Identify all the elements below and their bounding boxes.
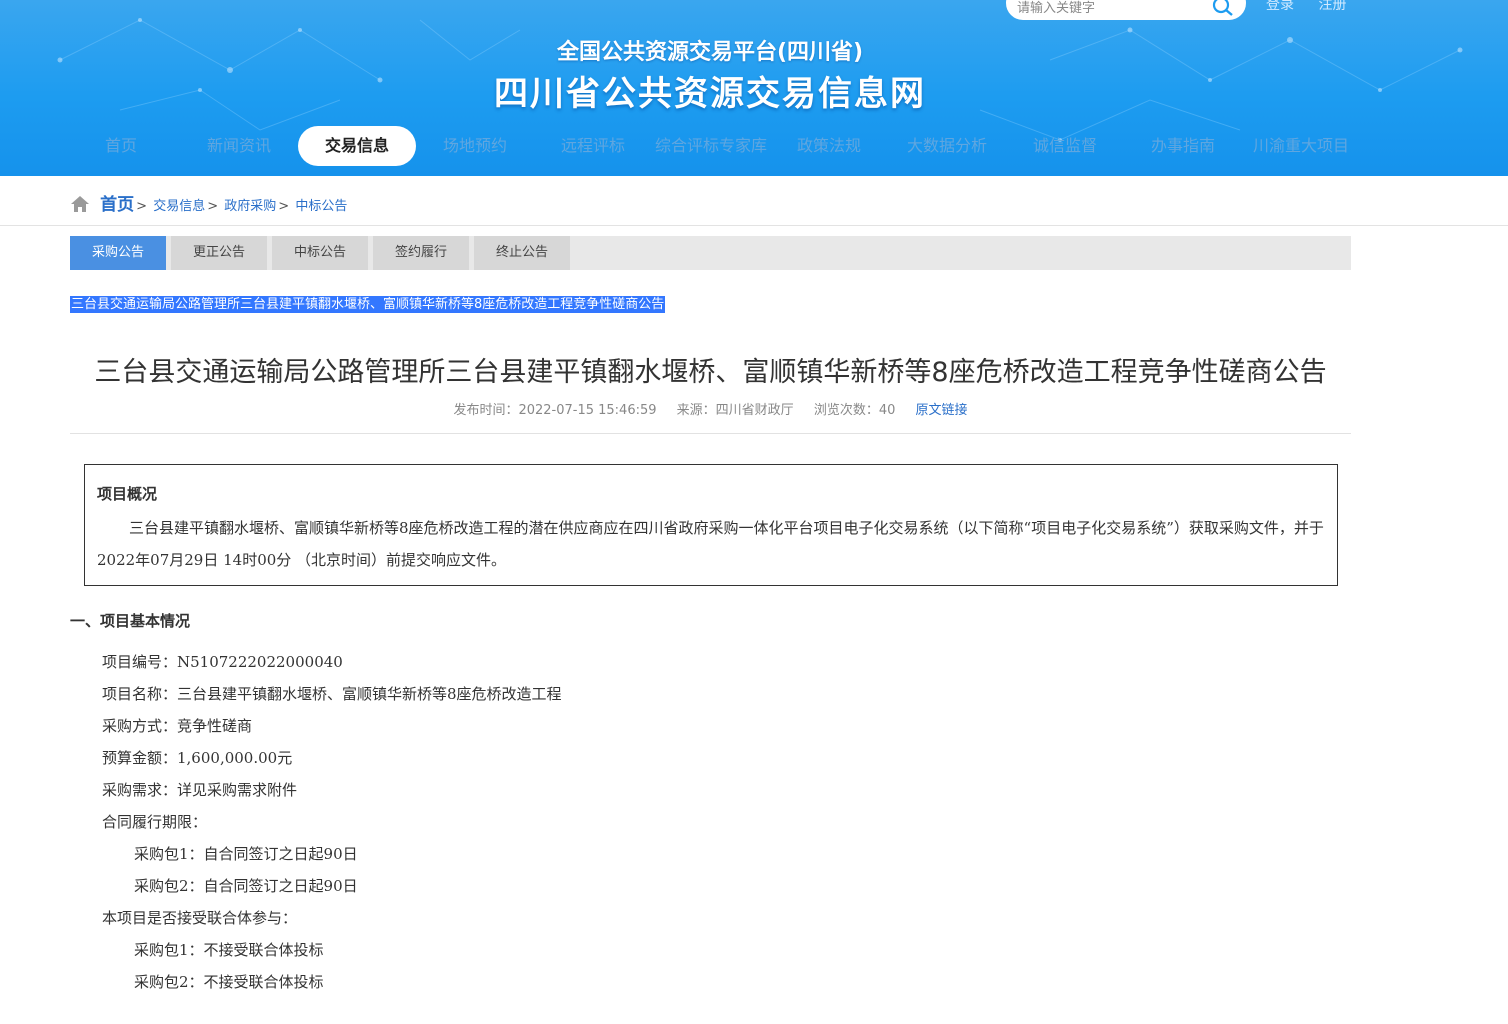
detail-line: 采购包2：自合同签订之日起90日 [134,877,358,895]
detail-line: 本项目是否接受联合体参与： [102,909,298,927]
detail-line: 预算金额：1,600,000.00元 [102,749,293,767]
detail-line: 项目名称：三台县建平镇翻水堰桥、富顺镇华新桥等8座危桥改造工程 [102,685,562,703]
notice-tabs: 采购公告 更正公告 中标公告 签约履行 终止公告 [70,236,1351,270]
selected-title-text[interactable]: 三台县交通运输局公路管理所三台县建平镇翻水堰桥、富顺镇华新桥等8座危桥改造工程竞… [70,296,666,313]
detail-line: 采购包1：自合同签订之日起90日 [134,845,358,863]
view-count: 浏览次数：40 [813,403,896,418]
breadcrumb-trade-info[interactable]: 交易信息 [153,199,205,214]
main-nav: 首页 新闻资讯 交易信息 场地预约 远程评标 综合评标专家库 政策法规 大数据分… [62,126,1362,166]
nav-item-credit[interactable]: 诚信监督 [1006,126,1124,166]
detail-line: 合同履行期限： [102,813,208,831]
breadcrumb: 首页 > 交易信息 > 政府采购 > 中标公告 [70,190,347,215]
original-link[interactable]: 原文链接 [916,403,968,418]
detail-line: 采购需求：详见采购需求附件 [102,781,298,799]
section-heading: 一、项目基本情况 [70,612,191,630]
project-overview-box: 项目概况 三台县建平镇翻水堰桥、富顺镇华新桥等8座危桥改造工程的潜在供应商应在四… [84,464,1338,586]
tab-procurement-notice[interactable]: 采购公告 [70,236,166,270]
site-subtitle: 全国公共资源交易平台(四川省) [556,40,864,65]
publish-time: 发布时间：2022-07-15 15:46:59 [453,403,657,418]
site-title: 四川省公共资源交易信息网 [494,74,926,114]
search-box [1006,0,1246,20]
detail-line: 项目编号：N5107222022000040 [102,653,343,671]
project-details: 项目编号：N5107222022000040 项目名称：三台县建平镇翻水堰桥、富… [102,646,562,998]
nav-item-major-projects[interactable]: 川渝重大项目 [1242,126,1360,166]
login-link[interactable]: 登录 [1266,0,1294,13]
overview-title: 项目概况 [97,485,158,503]
divider [70,433,1351,434]
article-title: 三台县交通运输局公路管理所三台县建平镇翻水堰桥、富顺镇华新桥等8座危桥改造工程竞… [94,357,1327,388]
overview-text: 三台县建平镇翻水堰桥、富顺镇华新桥等8座危桥改造工程的潜在供应商应在四川省政府采… [97,519,1324,569]
register-link[interactable]: 注册 [1318,0,1346,13]
breadcrumb-separator: > [278,199,290,214]
home-icon [71,196,89,212]
breadcrumb-home[interactable]: 首页 [100,195,134,215]
source: 来源：四川省财政厅 [676,403,794,418]
nav-item-news[interactable]: 新闻资讯 [180,126,298,166]
tab-termination-notice[interactable]: 终止公告 [474,236,570,270]
tab-contract-performance[interactable]: 签约履行 [373,236,469,270]
nav-item-policy[interactable]: 政策法规 [770,126,888,166]
nav-item-big-data[interactable]: 大数据分析 [888,126,1006,166]
tab-correction-notice[interactable]: 更正公告 [171,236,267,270]
nav-item-expert-pool[interactable]: 综合评标专家库 [652,126,770,166]
detail-line: 采购包2：不接受联合体投标 [134,973,324,991]
detail-line: 采购方式：竞争性磋商 [102,717,253,735]
site-header: 登录 注册 全国公共资源交易平台(四川省) 四川省公共资源交易信息网 首页 新闻… [0,0,1508,176]
breadcrumb-separator: > [207,199,219,214]
top-links: 登录 注册 [1266,0,1366,14]
breadcrumb-gov-procurement[interactable]: 政府采购 [224,199,276,214]
nav-item-venue-booking[interactable]: 场地预约 [416,126,534,166]
nav-item-guide[interactable]: 办事指南 [1124,126,1242,166]
breadcrumb-bar: 首页 > 交易信息 > 政府采购 > 中标公告 [0,176,1508,226]
article-meta: 发布时间：2022-07-15 15:46:59 来源：四川省财政厅 浏览次数：… [70,399,1351,418]
nav-item-remote-bidding[interactable]: 远程评标 [534,126,652,166]
nav-item-trade-info[interactable]: 交易信息 [298,126,416,166]
breadcrumb-separator: > [136,199,148,214]
breadcrumb-award-notice[interactable]: 中标公告 [295,199,347,214]
search-icon[interactable] [1211,0,1235,17]
tab-award-notice[interactable]: 中标公告 [272,236,368,270]
detail-line: 采购包1：不接受联合体投标 [134,941,324,959]
search-input[interactable] [1017,0,1203,19]
nav-item-home[interactable]: 首页 [62,126,180,166]
